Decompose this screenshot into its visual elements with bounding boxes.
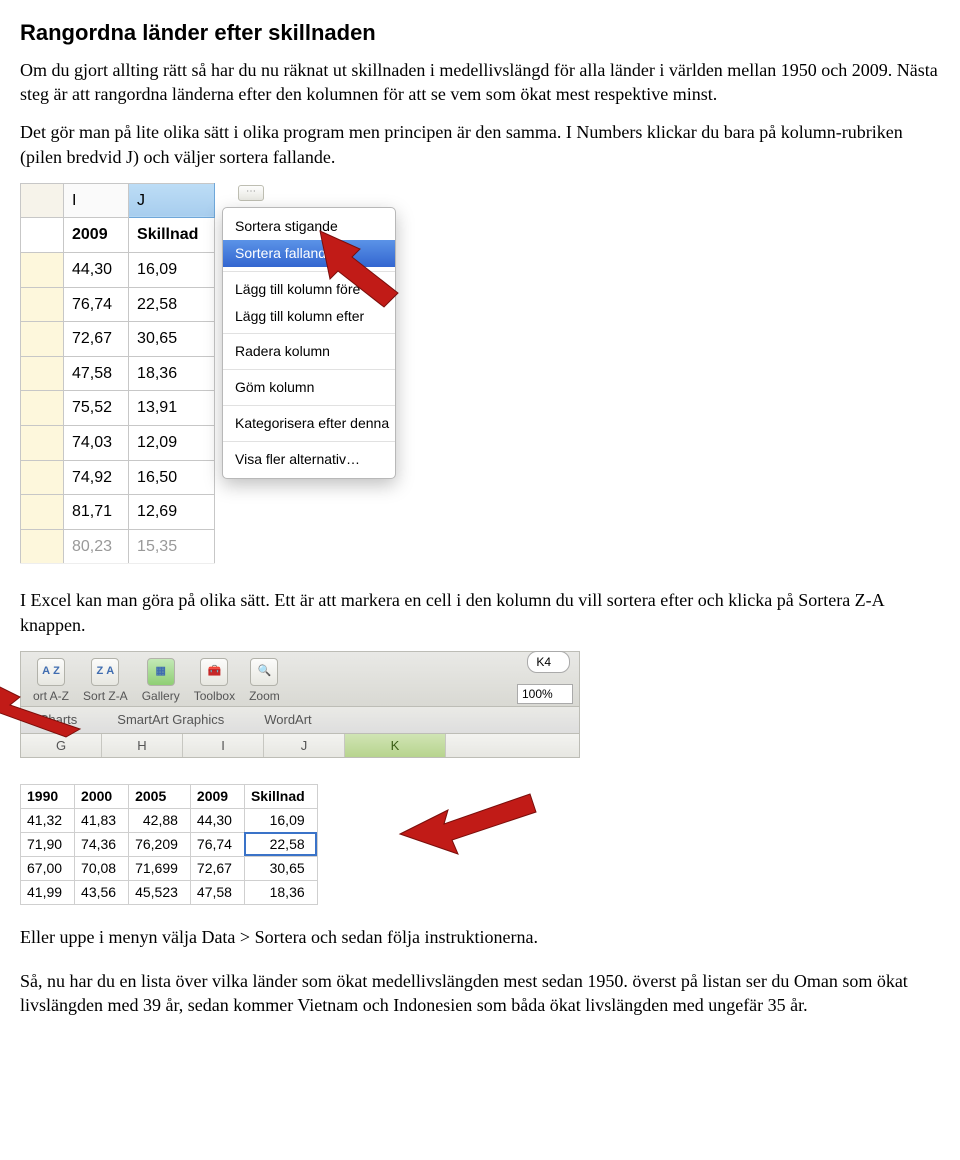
ribbon-smartart[interactable]: SmartArt Graphics xyxy=(117,711,224,729)
ctx-sort-desc[interactable]: Sortera fallande xyxy=(223,240,395,267)
col-h[interactable]: H xyxy=(102,734,183,758)
zoom-input[interactable] xyxy=(517,684,573,704)
paragraph-2: Det gör man på lite olika sätt i olika p… xyxy=(20,120,940,169)
col-letter-i[interactable]: I xyxy=(64,183,129,218)
column-header-bar: G H I J K xyxy=(20,734,580,759)
col-header-skillnad: Skillnad xyxy=(129,218,215,253)
sort-az-icon: A Z xyxy=(37,658,65,686)
sort-za-button[interactable]: Z A Sort Z-A xyxy=(77,658,134,704)
col-k[interactable]: K xyxy=(345,734,446,758)
ctx-more[interactable]: Visa fler alternativ… xyxy=(223,446,395,473)
ctx-hide-col[interactable]: Göm kolumn xyxy=(223,374,395,401)
sort-az-button[interactable]: A Z ort A-Z xyxy=(27,658,75,704)
ribbon-wordart[interactable]: WordArt xyxy=(264,711,311,729)
sort-za-icon: Z A xyxy=(91,658,119,686)
selected-cell[interactable]: 22,58 xyxy=(244,832,317,856)
ctx-sort-asc[interactable]: Sortera stigande xyxy=(223,213,395,240)
toolbox-icon: 🧰 xyxy=(200,658,228,686)
gallery-icon: ▦ xyxy=(147,658,175,686)
excel-data-screenshot: 1990 2000 2005 2009 Skillnad 41,3241,834… xyxy=(20,784,580,904)
ctx-categorize[interactable]: Kategorisera efter denna xyxy=(223,410,395,437)
paragraph-4: Eller uppe i menyn välja Data > Sortera … xyxy=(20,925,940,949)
paragraph-1: Om du gjort allting rätt så har du nu rä… xyxy=(20,58,940,107)
excel-toolbar-screenshot: K4 A Z ort A-Z Z A Sort Z-A ▦ Gallery 🧰 … xyxy=(20,651,580,758)
paragraph-5: Så, nu har du en lista över vilka länder… xyxy=(20,969,940,1018)
ctx-add-col-before[interactable]: Lägg till kolumn före xyxy=(223,276,395,303)
page-title: Rangordna länder efter skillnaden xyxy=(20,18,940,48)
numbers-table: I J 2009 Skillnad 44,3016,09 76,7422,58 … xyxy=(20,183,215,565)
excel-data-table: 1990 2000 2005 2009 Skillnad 41,3241,834… xyxy=(20,784,318,904)
toolbox-button[interactable]: 🧰 Toolbox xyxy=(188,658,241,704)
context-menu: Sortera stigande Sortera fallande Lägg t… xyxy=(222,207,396,479)
paragraph-3: I Excel kan man göra på olika sätt. Ett … xyxy=(20,588,940,637)
zoom-button[interactable]: 🔍 Zoom xyxy=(243,658,286,704)
ctx-add-col-after[interactable]: Lägg till kolumn efter xyxy=(223,303,395,330)
ctx-delete-col[interactable]: Radera kolumn xyxy=(223,338,395,365)
column-handle-icon[interactable]: ⋯ xyxy=(238,185,264,201)
col-g[interactable]: G xyxy=(21,734,102,758)
zoom-icon: 🔍 xyxy=(250,658,278,686)
ribbon-charts[interactable]: Charts xyxy=(39,711,77,729)
numbers-screenshot: I J 2009 Skillnad 44,3016,09 76,7422,58 … xyxy=(20,183,580,565)
col-i[interactable]: I xyxy=(183,734,264,758)
gallery-button[interactable]: ▦ Gallery xyxy=(136,658,186,704)
col-header-2009: 2009 xyxy=(64,218,129,253)
name-box[interactable]: K4 xyxy=(527,651,570,673)
col-j[interactable]: J xyxy=(264,734,345,758)
col-letter-j[interactable]: J xyxy=(129,183,215,218)
